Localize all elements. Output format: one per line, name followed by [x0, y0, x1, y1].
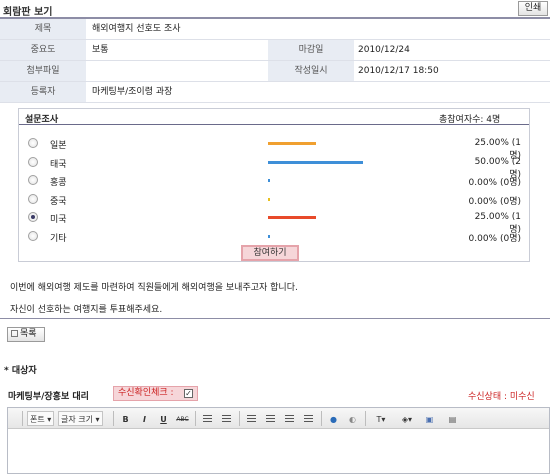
italic-button[interactable]: I: [137, 411, 152, 426]
subject-value: 해외여행지 선호도 조사: [92, 24, 181, 34]
align-justify-icon[interactable]: [301, 411, 316, 426]
survey-panel: 설문조사 총참여자수: 4명 일본 25.00% (1명) 태국 50.00% (2명…: [18, 108, 530, 262]
option-radio[interactable]: [28, 138, 38, 148]
editor-toolbar: 폰트 ▾ 글자 크기 ▾ B I U ABC ● ◐ T▾ ◈▾ ▣ ▤: [8, 408, 549, 429]
link-icon[interactable]: ●: [326, 411, 341, 426]
join-button[interactable]: 참여하기: [241, 245, 299, 261]
unlink-icon[interactable]: ◐: [345, 411, 360, 426]
description-line-2: 자신이 선호하는 여행지를 투표해주세요.: [10, 305, 163, 315]
importance-label: 중요도: [0, 40, 86, 60]
option-bar-track: [268, 234, 458, 238]
align-center-icon[interactable]: [263, 411, 278, 426]
importance-value: 보통: [92, 45, 109, 55]
list-button[interactable]: 목록: [7, 327, 45, 342]
recipient-bar: 마케팅부/장홍보 대리 수신확인체크 : ✓ 수신상태 : 미수신: [0, 383, 550, 403]
highlight-color-icon[interactable]: ◈▾: [396, 411, 418, 426]
option-bar-track: [268, 179, 458, 182]
option-bar: [268, 142, 316, 145]
option-bar-track: [268, 160, 458, 164]
option-label: 중국: [50, 196, 67, 207]
toolbar-separator: [321, 411, 322, 426]
align-left-icon[interactable]: [244, 411, 259, 426]
option-radio[interactable]: [28, 193, 38, 204]
survey-header: 설문조사 총참여자수: 4명: [19, 109, 529, 125]
option-label: 일본: [50, 141, 67, 151]
content-divider: [0, 318, 550, 319]
toolbar-separator: [365, 411, 366, 426]
registrant-label: 등록자: [0, 82, 86, 102]
font-dropdown-label: 폰트: [30, 415, 45, 424]
option-percentage: 0.00% (0명): [468, 196, 521, 207]
survey-option: 홍콩 0.00% (0명): [19, 172, 529, 190]
survey-title: 설문조사: [25, 115, 59, 125]
font-dropdown[interactable]: 폰트 ▾: [27, 411, 55, 426]
option-radio[interactable]: [28, 175, 38, 185]
info-row-registrant: 등록자 마케팅부/조이령 과장: [0, 82, 550, 103]
survey-option: 기타 0.00% (0명): [19, 228, 529, 246]
info-row-subject: 제목 해외여행지 선호도 조사: [0, 19, 550, 40]
option-label: 홍콩: [50, 178, 67, 188]
registrant-value: 마케팅부/조이령 과장: [92, 87, 173, 97]
toolbar-separator: [22, 411, 23, 426]
subject-label: 제목: [0, 19, 86, 39]
option-bar: [268, 197, 270, 201]
deadline-label: 마감일: [268, 40, 354, 60]
survey-option: 중국 0.00% (0명): [19, 191, 529, 209]
attachment-label: 첨부파일: [0, 61, 86, 81]
info-row-importance: 중요도 보통 마감일 2010/12/24: [0, 40, 550, 61]
receipt-status: 수신상태 : 미수신: [468, 392, 535, 402]
option-bar-track: [268, 216, 458, 219]
toolbar-separator: [195, 411, 196, 426]
target-title: * 대상자: [4, 366, 37, 376]
option-radio[interactable]: [28, 212, 38, 222]
align-right-icon[interactable]: [282, 411, 297, 426]
print-button[interactable]: 인쇄: [518, 1, 548, 16]
strikethrough-button[interactable]: ABC: [175, 411, 190, 426]
survey-option: 미국 25.00% (1명): [19, 209, 529, 235]
font-size-dropdown[interactable]: 글자 크기 ▾: [58, 411, 103, 426]
comment-editor[interactable]: 폰트 ▾ 글자 크기 ▾ B I U ABC ● ◐ T▾ ◈▾ ▣ ▤: [7, 407, 550, 474]
html-mode-icon[interactable]: ▤: [445, 411, 460, 426]
option-radio[interactable]: [28, 156, 38, 167]
option-bar: [268, 160, 363, 164]
created-label: 작성일시: [268, 61, 354, 81]
toolbar-separator: [239, 411, 240, 426]
option-label: 기타: [50, 233, 67, 244]
survey-total: 총참여자수: 4명: [439, 115, 501, 125]
ordered-list-icon[interactable]: [200, 411, 215, 426]
recipient-name: 마케팅부/장홍보 대리: [8, 392, 89, 402]
option-radio[interactable]: [28, 230, 38, 241]
option-bar-track: [268, 142, 458, 145]
image-icon[interactable]: ▣: [422, 411, 437, 426]
option-percentage: 0.00% (0명): [468, 178, 521, 188]
receipt-checkbox[interactable]: ✓: [184, 389, 193, 398]
option-percentage: 0.00% (0명): [468, 233, 521, 244]
bold-button[interactable]: B: [118, 411, 133, 426]
option-bar: [268, 216, 316, 219]
option-bar: [268, 179, 270, 182]
toolbar-separator: [113, 411, 114, 426]
option-bar: [268, 234, 270, 238]
info-row-attachment: 첨부파일 작성일시 2010/12/17 18:50: [0, 61, 550, 82]
deadline-value: 2010/12/24: [358, 45, 410, 55]
survey-option: 태국 50.00% (2명): [19, 154, 529, 180]
option-bar-track: [268, 197, 458, 201]
unordered-list-icon[interactable]: [219, 411, 234, 426]
text-color-icon[interactable]: T▾: [370, 411, 392, 426]
receipt-check-label: 수신확인체크 :: [118, 388, 174, 398]
list-button-label: 목록: [20, 329, 37, 339]
page-title: 회람판 보기: [3, 7, 53, 18]
description-line-1: 이번에 해외여행 제도를 마련하여 직원들에게 해외여행을 보내주고자 합니다.: [10, 283, 298, 293]
created-value: 2010/12/17 18:50: [358, 66, 439, 76]
font-size-label: 글자 크기: [61, 415, 93, 424]
list-icon: [11, 330, 18, 337]
survey-option: 일본 25.00% (1명): [19, 135, 529, 161]
receipt-check-field: 수신확인체크 : ✓: [113, 386, 198, 401]
underline-button[interactable]: U: [156, 411, 171, 426]
option-label: 태국: [50, 159, 67, 170]
option-label: 미국: [50, 215, 67, 225]
